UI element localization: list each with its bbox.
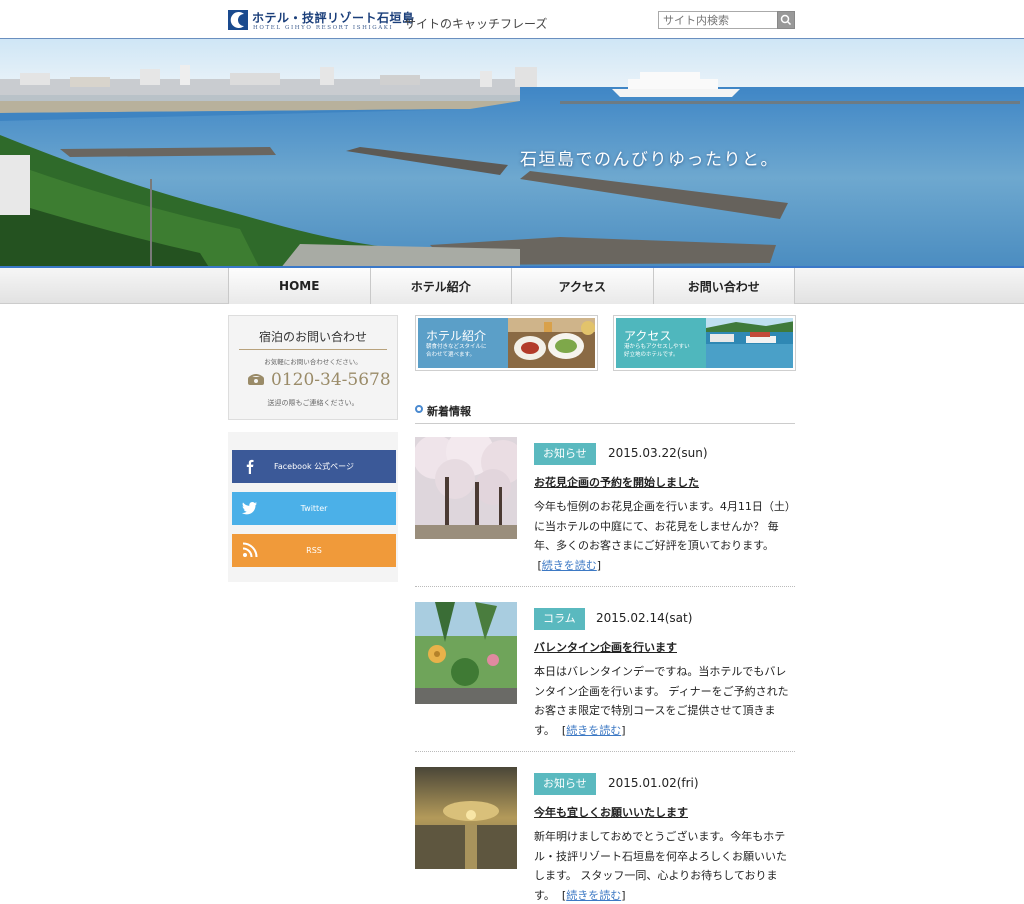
news-item: お知らせ 2015.03.22(sun) お花見企画の予約を開始しました 今年も… (415, 437, 796, 587)
post-title[interactable]: バレンタイン企画を行います (534, 639, 677, 655)
read-more-link[interactable]: 続きを読む (566, 724, 621, 737)
post-excerpt: 今年も恒例のお花見企画を行います。4月11日（土）に当ホテルの中庭にて、お花見を… (534, 497, 796, 575)
access-banner-sub-2: 好立地のホテルです。 (624, 352, 679, 358)
breakfast-photo (508, 318, 595, 368)
hotel-banner-sub-2: 合わせて選べます。 (426, 352, 475, 358)
harbor-photo (706, 318, 793, 368)
hero-image (0, 39, 1024, 266)
read-more-link[interactable]: 続きを読む (566, 889, 621, 902)
search-input[interactable] (658, 11, 778, 29)
global-navbar: HOME ホテル紹介 アクセス お問い合わせ (0, 268, 1024, 304)
search-button[interactable] (777, 11, 795, 29)
search-icon (780, 14, 792, 26)
contact-title: 宿泊のお問い合わせ (258, 330, 367, 344)
nav-access[interactable]: アクセス (511, 268, 653, 304)
access-banner[interactable]: アクセス 港からもアクセスしやすい 好立地のホテルです。 (613, 315, 796, 371)
news-item: コラム 2015.02.14(sat) バレンタイン企画を行います 本日はバレン… (415, 602, 795, 752)
phone-icon (248, 374, 264, 385)
rss-icon (242, 542, 258, 558)
logo-text: ホテル・技評リゾート石垣島 (252, 11, 415, 25)
access-banner-inner: アクセス 港からもアクセスしやすい 好立地のホテルです。 (616, 318, 793, 368)
social-links: Facebook 公式ページ Twitter RSS (228, 432, 398, 582)
global-nav: HOME ホテル紹介 アクセス お問い合わせ (228, 268, 795, 304)
nav-home[interactable]: HOME (228, 268, 370, 304)
contact-note: 送迎の際もご連絡ください。 (267, 399, 359, 407)
rss-label: RSS (306, 546, 322, 555)
flower-photo[interactable] (415, 602, 517, 704)
hotel-banner[interactable]: ホテル紹介 朝食付きなどスタイルに 合わせて選べます。 (415, 315, 598, 371)
category-badge[interactable]: お知らせ (534, 443, 596, 465)
hotel-banner-title: ホテル紹介 (426, 329, 487, 343)
rss-button[interactable]: RSS (232, 534, 396, 567)
read-more-open-bracket: [ (534, 558, 542, 572)
contact-box[interactable]: 宿泊のお問い合わせ お気軽にお問い合わせください。 0120-34-5678 送… (228, 315, 398, 420)
post-excerpt-text: 今年も恒例のお花見企画を行います。4月11日（土）に当ホテルの中庭にて、お花見を… (534, 500, 796, 552)
logo-subtext: HOTEL GIHYO RESORT ISHIGAKI (253, 25, 394, 31)
entry-divider (415, 751, 795, 752)
read-more-close-bracket: ] (596, 558, 602, 572)
hotel-banner-sub-1: 朝食付きなどスタイルに (426, 344, 487, 350)
post-date: 2015.02.14(sat) (596, 611, 693, 625)
hero-banner: 石垣島でのんびりゆったりと。 (0, 38, 1024, 268)
post-excerpt: 新年明けましておめでとうございます。今年もホテル・技評リゾート石垣島を何卒よろし… (534, 827, 796, 904)
category-badge[interactable]: お知らせ (534, 773, 596, 795)
hotel-banner-panel: ホテル紹介 朝食付きなどスタイルに 合わせて選べます。 (418, 318, 508, 368)
hotel-banner-inner: ホテル紹介 朝食付きなどスタイルに 合わせて選べます。 (418, 318, 595, 368)
access-banner-panel: アクセス 港からもアクセスしやすい 好立地のホテルです。 (616, 318, 706, 368)
post-date: 2015.01.02(fri) (608, 776, 699, 790)
logo-mark-icon (228, 10, 248, 30)
post-title[interactable]: お花見企画の予約を開始しました (534, 474, 699, 490)
site-logo[interactable]: ホテル・技評リゾート石垣島 HOTEL GIHYO RESORT ISHIGAK… (228, 10, 414, 32)
twitter-label: Twitter (300, 504, 328, 513)
facebook-icon (246, 459, 254, 474)
sunset-photo[interactable] (415, 767, 517, 869)
post-excerpt: 本日はバレンタインデーですね。当ホテルでもバレンタイン企画を行います。 ディナー… (534, 662, 796, 740)
category-badge[interactable]: コラム (534, 608, 585, 630)
news-heading-label: 新着情報 (427, 405, 471, 418)
contact-subtitle: お気軽にお問い合わせください。 (264, 358, 362, 366)
entry-divider (415, 586, 795, 587)
twitter-button[interactable]: Twitter (232, 492, 396, 525)
post-title[interactable]: 今年も宜しくお願いいたします (534, 804, 688, 820)
site-catchphrase: サイトのキャッチフレーズ (404, 17, 548, 31)
post-date: 2015.03.22(sun) (608, 446, 708, 460)
nav-contact[interactable]: お問い合わせ (652, 268, 795, 304)
cherry-blossom-photo[interactable] (415, 437, 517, 539)
contact-phone[interactable]: 0120-34-5678 (271, 370, 391, 390)
site-header: ホテル・技評リゾート石垣島 HOTEL GIHYO RESORT ISHIGAK… (0, 0, 1024, 38)
access-banner-title: アクセス (624, 329, 672, 343)
news-item: お知らせ 2015.01.02(fri) 今年も宜しくお願いいたします 新年明け… (415, 767, 795, 904)
hero-copy: 石垣島でのんびりゆったりと。 (520, 150, 779, 170)
read-more-close-bracket: ] (621, 723, 626, 737)
read-more-link[interactable]: 続きを読む (542, 559, 597, 572)
nav-hotel[interactable]: ホテル紹介 (369, 268, 511, 304)
access-banner-sub-1: 港からもアクセスしやすい (624, 344, 690, 350)
read-more-close-bracket: ] (621, 888, 626, 902)
news-heading: 新着情報 (415, 402, 795, 424)
facebook-button[interactable]: Facebook 公式ページ (232, 450, 396, 483)
contact-divider (239, 349, 387, 350)
bullet-icon (415, 405, 423, 413)
twitter-icon (242, 502, 257, 515)
facebook-label: Facebook 公式ページ (274, 462, 354, 471)
